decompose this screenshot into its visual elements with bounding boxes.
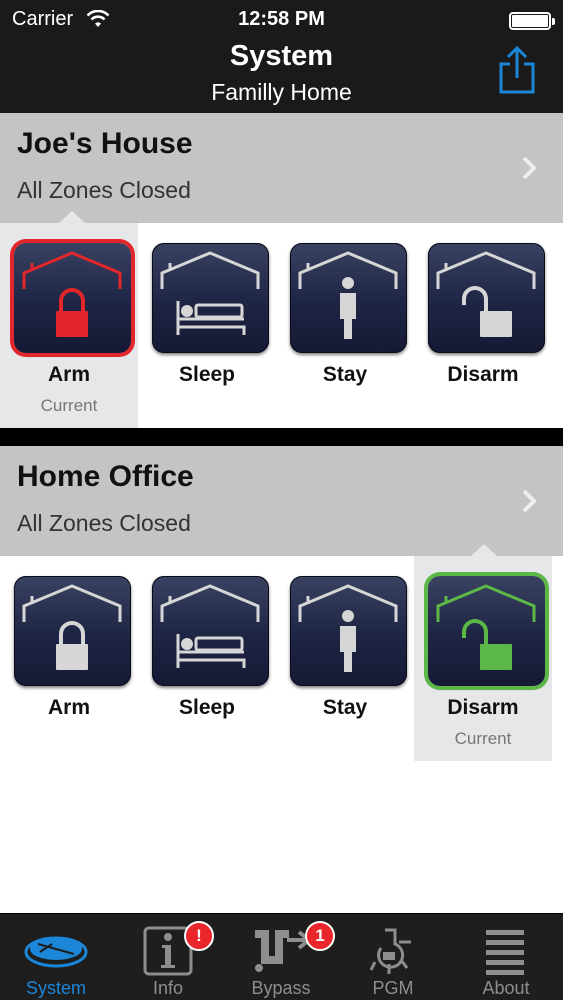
tab-about[interactable]: About — [450, 914, 562, 1000]
tab-system[interactable]: System — [0, 914, 112, 1000]
current-indicator: Current — [454, 729, 512, 748]
mode-stay[interactable]: Stay — [276, 223, 414, 428]
system-panel-icon — [24, 936, 88, 968]
tab-bypass[interactable]: 1 Bypass — [225, 914, 337, 1000]
arm-lock-icon[interactable] — [14, 576, 131, 686]
panel-name: Joe's House — [17, 127, 193, 160]
pgm-lightbulb-icon — [369, 928, 411, 974]
chevron-right-icon — [522, 489, 537, 513]
tab-label: Info — [152, 978, 184, 998]
chevron-right-icon — [522, 156, 537, 180]
mode-stay[interactable]: Stay — [276, 556, 414, 761]
arm-lock-icon[interactable] — [14, 243, 131, 353]
panel-header-joes-house[interactable]: Joe's House All Zones Closed — [0, 113, 563, 223]
tab-label: PGM — [372, 978, 414, 998]
mode-arm[interactable]: Arm Current — [0, 223, 138, 428]
stay-person-icon[interactable] — [290, 576, 407, 686]
status-bar: Carrier 12:58 PM — [0, 6, 563, 34]
page-subtitle: Familly Home — [211, 79, 352, 105]
mode-row-home-office: Arm Sleep Stay Disarm Current — [0, 556, 563, 761]
panel-name: Home Office — [17, 460, 194, 493]
bypass-badge: 1 — [305, 921, 335, 951]
mode-label: Disarm — [447, 363, 519, 386]
mode-label: Arm — [47, 363, 90, 386]
current-indicator: Current — [40, 396, 98, 415]
mode-sleep[interactable]: Sleep — [138, 223, 276, 428]
mode-label: Stay — [322, 363, 368, 386]
stay-person-icon[interactable] — [290, 243, 407, 353]
section-divider — [0, 428, 563, 446]
info-badge: ! — [184, 921, 214, 951]
clock: 12:58 PM — [238, 8, 325, 30]
mode-row-joes-house: Arm Current Sleep Stay Disarm — [0, 223, 563, 428]
tab-bar: System ! Info 1 Bypass PGM About — [0, 913, 563, 1000]
tab-info[interactable]: ! Info — [112, 914, 224, 1000]
share-icon[interactable] — [497, 46, 537, 96]
mode-label: Stay — [322, 696, 368, 719]
panel-zone-status: All Zones Closed — [17, 510, 191, 536]
mode-arm[interactable]: Arm — [0, 556, 138, 761]
page-title: System — [229, 40, 334, 72]
tab-label: Bypass — [251, 978, 311, 998]
mode-label: Sleep — [178, 696, 236, 719]
tab-label: About — [482, 978, 530, 998]
panel-header-home-office[interactable]: Home Office All Zones Closed — [0, 446, 563, 556]
top-bar: Carrier 12:58 PM System Familly Home — [0, 0, 563, 113]
mode-disarm[interactable]: Disarm — [414, 223, 552, 428]
current-pointer — [471, 544, 497, 556]
disarm-unlock-icon[interactable] — [428, 243, 545, 353]
tab-label: System — [25, 978, 86, 998]
mode-label: Disarm — [447, 696, 519, 719]
panel-zone-status: All Zones Closed — [17, 177, 191, 203]
mode-sleep[interactable]: Sleep — [138, 556, 276, 761]
battery-icon — [509, 12, 555, 30]
tab-pgm[interactable]: PGM — [337, 914, 449, 1000]
about-list-icon — [486, 930, 524, 975]
mode-label: Arm — [47, 696, 90, 719]
disarm-unlock-icon[interactable] — [428, 576, 545, 686]
mode-disarm[interactable]: Disarm Current — [414, 556, 552, 761]
sleep-bed-icon[interactable] — [152, 243, 269, 353]
current-pointer — [59, 211, 85, 223]
mode-label: Sleep — [178, 363, 236, 386]
sleep-bed-icon[interactable] — [152, 576, 269, 686]
